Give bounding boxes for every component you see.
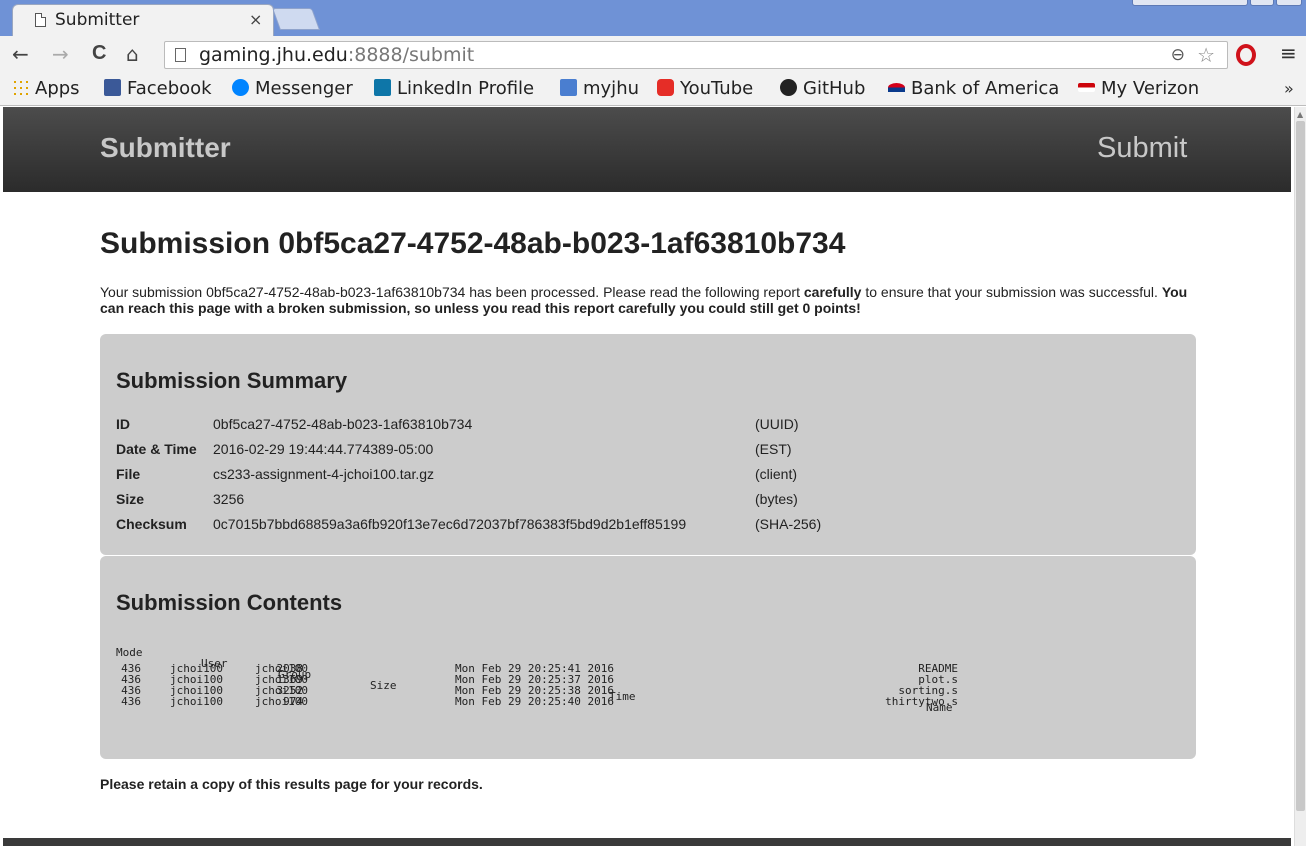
summary-key: Size: [116, 491, 145, 507]
linkedin-icon: [374, 79, 391, 96]
summary-unit: (EST): [755, 441, 792, 457]
page-viewport: Submitter Submit Submission 0bf5ca27-475…: [0, 107, 1294, 846]
header-mode: Mode: [116, 646, 143, 659]
close-icon[interactable]: ×: [249, 10, 262, 29]
tab-title: Submitter: [55, 10, 140, 30]
summary-key: Checksum: [116, 516, 187, 532]
page-title: Submission 0bf5ca27-4752-48ab-b023-1af63…: [100, 227, 846, 260]
bookmark-facebook[interactable]: Facebook: [104, 78, 212, 102]
facebook-icon: [104, 79, 121, 96]
forward-icon[interactable]: →: [52, 42, 69, 66]
summary-value: 0c7015b7bbd68859a3a6fb920f13e7ec6d72037b…: [213, 516, 687, 532]
minimize-button[interactable]: [1250, 0, 1274, 6]
cell-time: Mon Feb 29 20:25:40 2016: [455, 695, 614, 708]
bookmark-my-verizon[interactable]: My Verizon: [1078, 78, 1199, 102]
page-icon: [175, 48, 186, 62]
verizon-icon: [1078, 83, 1095, 92]
summary-key: ID: [116, 416, 130, 432]
site-footer: [3, 838, 1291, 846]
summary-heading: Submission Summary: [116, 368, 348, 393]
summary-panel: Submission Summary ID 0bf5ca27-4752-48ab…: [100, 334, 1196, 555]
cell-size: 974: [283, 695, 303, 708]
summary-unit: (bytes): [755, 491, 798, 507]
contents-header-row: Mode User Group Size Time Name: [100, 636, 1196, 713]
tab-strip: Submitter ×: [0, 0, 1306, 36]
page-scrollbar[interactable]: ▲: [1294, 107, 1306, 846]
bookmark-youtube[interactable]: YouTube: [657, 78, 753, 102]
site-brand[interactable]: Submitter: [100, 132, 231, 164]
more-bookmarks-icon[interactable]: »: [1284, 79, 1294, 98]
contents-panel: Submission Contents Mode User Group Size…: [100, 556, 1196, 759]
scroll-up-icon[interactable]: ▲: [1297, 110, 1303, 119]
site-navbar: Submitter Submit: [3, 107, 1291, 192]
star-icon[interactable]: ☆: [1197, 43, 1215, 67]
bookmark-apps[interactable]: Apps: [12, 78, 80, 102]
url-text[interactable]: gaming.jhu.edu:8888/submit: [199, 44, 474, 66]
retain-note: Please retain a copy of this results pag…: [100, 776, 483, 792]
summary-value: cs233-assignment-4-jchoi100.tar.gz: [213, 466, 435, 482]
summary-key: Date & Time: [116, 441, 197, 457]
opera-icon[interactable]: [1236, 44, 1256, 66]
browser-toolbar: ← → C ⌂ gaming.jhu.edu:8888/submit ⊖ ☆ ≡: [0, 36, 1306, 74]
summary-value: 2016-02-29 19:44:44.774389-05:00: [213, 441, 434, 457]
address-bar[interactable]: gaming.jhu.edu:8888/submit ⊖ ☆: [164, 41, 1228, 69]
summary-unit: (UUID): [755, 416, 799, 432]
bookmark-github[interactable]: GitHub: [780, 78, 865, 102]
summary-unit: (SHA-256): [755, 516, 822, 532]
table-row: 436 jchoi100 jchoi100 974 Mon Feb 29 20:25:4…: [100, 696, 1196, 707]
reload-icon[interactable]: C: [92, 42, 106, 65]
bookmark-myjhu[interactable]: myjhu: [560, 78, 639, 102]
bookmark-messenger[interactable]: Messenger: [232, 78, 353, 102]
cell-user: jchoi100: [170, 695, 223, 708]
menu-icon[interactable]: ≡: [1280, 41, 1297, 65]
home-icon[interactable]: ⌂: [126, 42, 139, 66]
intro-paragraph: Your submission 0bf5ca27-4752-48ab-b023-…: [100, 284, 1188, 316]
messenger-icon: [232, 79, 249, 96]
apps-grid-icon: [12, 79, 29, 96]
browser-tab[interactable]: Submitter ×: [12, 4, 274, 36]
bookmark-linkedin[interactable]: LinkedIn Profile: [374, 78, 534, 102]
back-icon[interactable]: ←: [12, 42, 29, 66]
contents-heading: Submission Contents: [116, 590, 343, 615]
bookmarks-bar: Apps Facebook Messenger LinkedIn Profile…: [0, 74, 1306, 106]
summary-unit: (client): [755, 466, 798, 482]
summary-value: 0bf5ca27-4752-48ab-b023-1af63810b734: [213, 416, 473, 432]
summary-key: File: [116, 466, 141, 482]
zoom-icon[interactable]: ⊖: [1171, 45, 1185, 65]
scrollbar-thumb[interactable]: [1296, 121, 1305, 811]
new-tab-button[interactable]: [271, 8, 321, 30]
youtube-icon: [657, 79, 674, 96]
bank-of-america-icon: [888, 83, 905, 92]
myjhu-icon: [560, 79, 577, 96]
maximize-button[interactable]: [1276, 0, 1302, 6]
cell-mode: 436: [121, 695, 141, 708]
summary-value: 3256: [213, 491, 245, 507]
nav-submit-link[interactable]: Submit: [1097, 132, 1187, 165]
github-icon: [780, 79, 797, 96]
profile-button[interactable]: [1132, 0, 1248, 6]
bookmark-bank-of-america[interactable]: Bank of America: [888, 78, 1059, 102]
cell-name: thirtytwo.s: [885, 695, 958, 708]
page-icon: [35, 13, 46, 27]
